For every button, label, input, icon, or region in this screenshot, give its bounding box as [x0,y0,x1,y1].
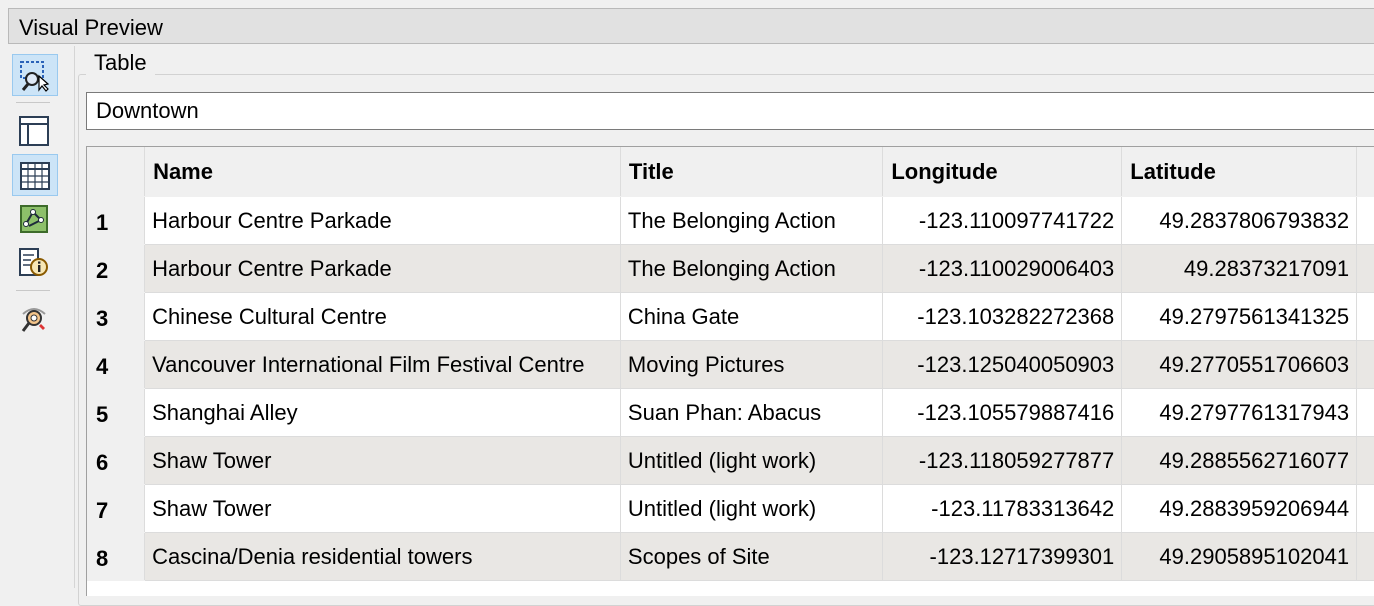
cell-title[interactable]: The Belonging Action [620,196,884,245]
cell-filler [1356,388,1374,437]
cell-latitude[interactable]: 49.2885562716077 [1121,436,1358,485]
inspector-settings-button[interactable] [12,298,58,340]
row-number[interactable]: 8 [87,532,146,581]
table-row[interactable]: 8 Cascina/Denia residential towers Scopes … [87,532,1374,581]
select-zoom-icon [20,61,50,92]
select-zoom-button[interactable] [12,54,58,96]
header-row: Name Title Longitude Latitude [87,147,1374,197]
cell-title[interactable]: Scopes of Site [620,532,884,581]
cell-name[interactable]: Harbour Centre Parkade [144,244,621,293]
table-row[interactable]: 5 Shanghai Alley Suan Phan: Abacus -123.105… [87,388,1374,437]
graphics-view-icon [20,205,48,233]
cell-title[interactable]: The Belonging Action [620,244,884,293]
feature-info-button[interactable] [12,242,58,284]
cell-title[interactable]: Moving Pictures [620,340,884,389]
cell-title[interactable]: Untitled (light work) [620,484,884,533]
panel-title: Visual Preview [19,15,163,40]
cell-filler [1356,484,1374,533]
table-row[interactable]: 3 Chinese Cultural Centre China Gate -123.1… [87,292,1374,341]
cell-name[interactable]: Shaw Tower [144,484,621,533]
cell-name[interactable]: Harbour Centre Parkade [144,196,621,245]
vertical-toolbar [0,46,74,588]
graphics-view-button[interactable] [12,198,58,240]
table-view-button[interactable] [12,154,58,196]
cell-longitude[interactable]: -123.118059277877 [882,436,1123,485]
cell-longitude[interactable]: -123.11783313642 [882,484,1123,533]
data-grid[interactable]: Name Title Longitude Latitude 1 Harbour C… [86,146,1374,596]
row-number[interactable]: 6 [87,436,146,485]
row-number[interactable]: 3 [87,292,146,341]
group-label: Table [86,50,155,76]
cell-name[interactable]: Shanghai Alley [144,388,621,437]
inspector-settings-icon [21,308,46,332]
cell-latitude[interactable]: 49.2797761317943 [1121,388,1358,437]
cell-filler [1356,196,1374,245]
table-row[interactable]: 7 Shaw Tower Untitled (light work) -123.117… [87,484,1374,533]
cell-latitude[interactable]: 49.2837806793832 [1121,196,1358,245]
table-name-field[interactable] [86,92,1374,130]
cell-latitude[interactable]: 49.2797561341325 [1121,292,1358,341]
corner-cell[interactable] [87,147,146,197]
cell-longitude[interactable]: -123.110029006403 [882,244,1123,293]
table-row[interactable]: 6 Shaw Tower Untitled (light work) -123.118… [87,436,1374,485]
cell-latitude[interactable]: 49.2770551706603 [1121,340,1358,389]
cell-name[interactable]: Vancouver International Film Festival Ce… [144,340,621,389]
cell-latitude[interactable]: 49.2883959206944 [1121,484,1358,533]
table-row[interactable]: 4 Vancouver International Film Festival C… [87,340,1374,389]
row-number[interactable]: 5 [87,388,146,437]
row-number[interactable]: 1 [87,196,146,245]
row-number[interactable]: 2 [87,244,146,293]
cell-name[interactable]: Cascina/Denia residential towers [144,532,621,581]
cell-name[interactable]: Shaw Tower [144,436,621,485]
panel-layout-button[interactable] [12,110,58,152]
cell-filler [1356,340,1374,389]
column-header-name[interactable]: Name [144,147,621,197]
table-row[interactable]: 1 Harbour Centre Parkade The Belonging Act… [87,196,1374,245]
cell-filler [1356,436,1374,485]
cell-name[interactable]: Chinese Cultural Centre [144,292,621,341]
column-header-latitude[interactable]: Latitude [1121,147,1358,197]
cell-filler [1356,244,1374,293]
cell-title[interactable]: Untitled (light work) [620,436,884,485]
table-row[interactable]: 2 Harbour Centre Parkade The Belonging Act… [87,244,1374,293]
cell-longitude[interactable]: -123.103282272368 [882,292,1123,341]
panel-layout-icon [19,116,49,146]
cell-title[interactable]: Suan Phan: Abacus [620,388,884,437]
row-number[interactable]: 4 [87,340,146,389]
column-header-title[interactable]: Title [620,147,884,197]
column-header-empty [1356,147,1374,197]
cell-latitude[interactable]: 49.2905895102041 [1121,532,1358,581]
cell-longitude[interactable]: -123.12717399301 [882,532,1123,581]
panel-title-bar: Visual Preview [8,8,1374,44]
feature-info-icon [19,248,48,276]
column-header-longitude[interactable]: Longitude [882,147,1123,197]
cell-filler [1356,532,1374,581]
cell-filler [1356,292,1374,341]
cell-title[interactable]: China Gate [620,292,884,341]
cell-longitude[interactable]: -123.110097741722 [882,196,1123,245]
cell-longitude[interactable]: -123.105579887416 [882,388,1123,437]
table-view-icon [20,162,50,190]
cell-latitude[interactable]: 49.28373217091 [1121,244,1358,293]
row-number[interactable]: 7 [87,484,146,533]
data-table: Name Title Longitude Latitude 1 Harbour C… [87,147,1374,581]
cell-longitude[interactable]: -123.125040050903 [882,340,1123,389]
